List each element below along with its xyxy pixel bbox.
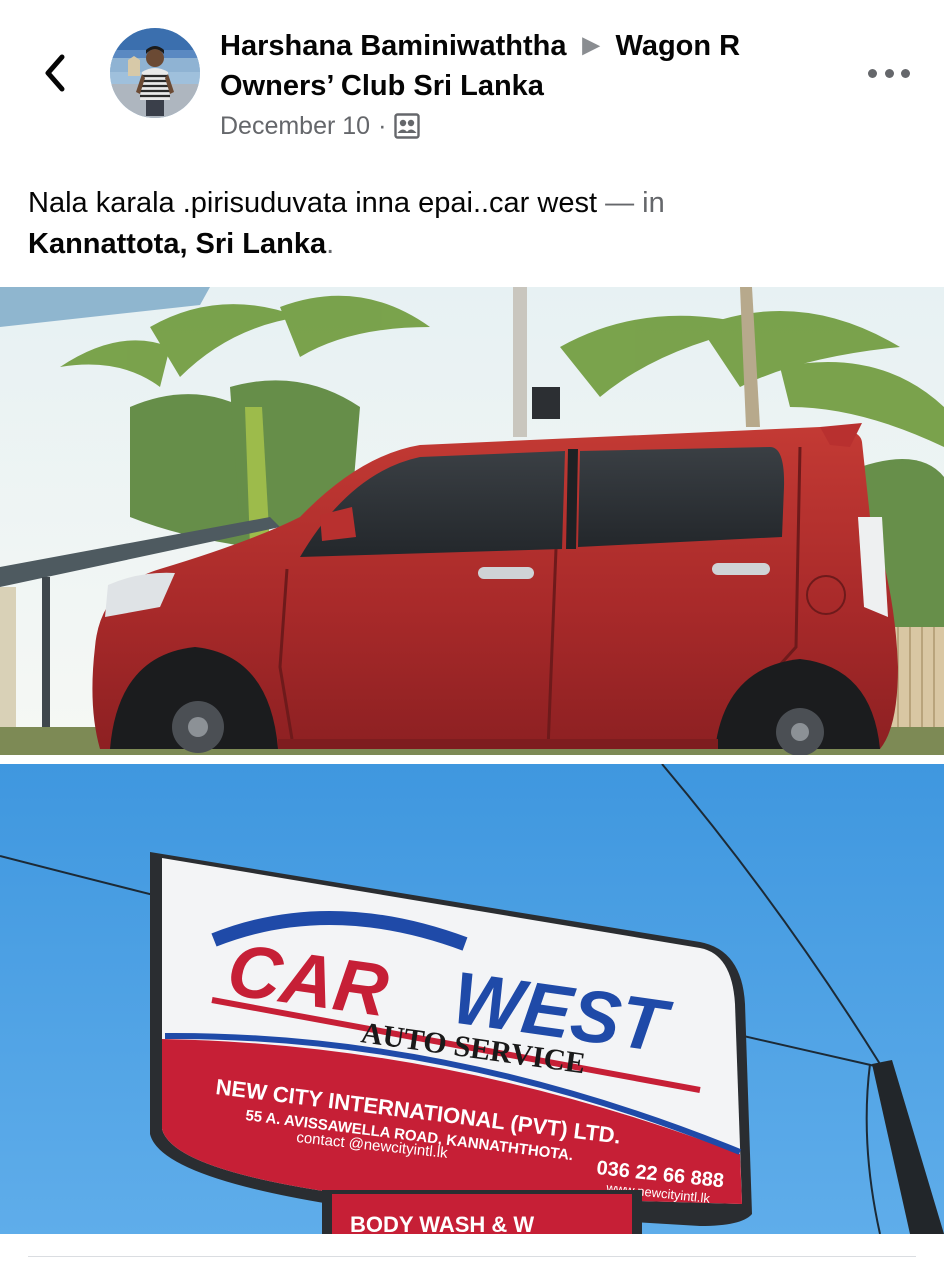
post-photo-car[interactable] [0,287,944,755]
post-photo-sign[interactable]: CAR WEST AUTO SERVICE NEW CITY INTERNATI… [0,764,944,1234]
chevron-left-icon [45,54,65,92]
post-body: Nala karala .pirisuduvata inna epai..car… [28,187,598,219]
lower-sign-text: BODY WASH & W [350,1212,534,1234]
post-meta: December 10 · [220,109,421,143]
author-name[interactable]: Harshana Baminiwaththa [220,30,566,62]
post-author-line: Harshana Baminiwaththa ▶ Wagon R Owners’… [220,27,840,106]
post-header: Harshana Baminiwaththa ▶ Wagon R Owners’… [0,0,944,165]
location-link[interactable]: Kannattota, Sri Lanka [28,228,326,260]
more-dots-icon [868,68,877,78]
group-audience-icon [394,113,421,139]
back-button[interactable] [30,48,80,98]
location-prefix: — in [597,187,665,219]
more-options-button[interactable] [862,56,916,90]
post-footer-divider [28,1256,916,1257]
post-date[interactable]: December 10 [220,112,370,141]
triangle-right-icon: ▶ [582,32,600,57]
location-period: . [326,228,335,260]
avatar[interactable] [110,28,200,118]
post-message: Nala karala .pirisuduvata inna epai..car… [28,183,918,265]
meta-separator: · [378,111,387,140]
